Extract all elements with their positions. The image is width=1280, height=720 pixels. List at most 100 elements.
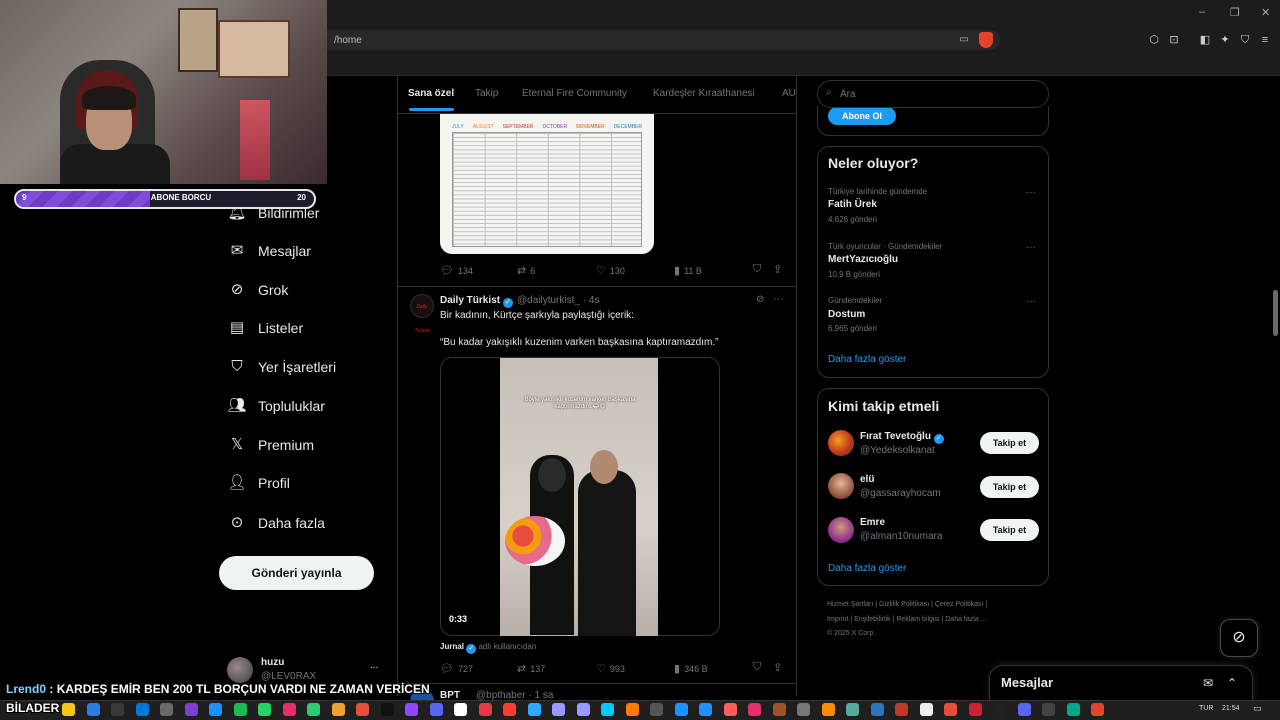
taskbar-app-icon[interactable] <box>160 703 173 716</box>
footer-links-1[interactable]: Hizmet Şartları | Gizlilik Politikası | … <box>827 601 987 608</box>
taskbar-app-icon[interactable] <box>576 703 590 716</box>
follow-handle[interactable]: @alman10numara <box>860 531 942 542</box>
menu-icon[interactable]: ≡ <box>1258 33 1272 47</box>
grok-float-button[interactable]: ⊘ <box>1220 619 1258 657</box>
taskbar-app-icon[interactable] <box>1091 703 1104 716</box>
search-input[interactable]: Ara <box>840 89 856 100</box>
tweet-author-avatar[interactable]: Daily Türkist <box>410 294 434 334</box>
nav-more[interactable]: ⊙ Daha fazla <box>227 511 325 535</box>
maximize-icon[interactable]: ❐ <box>1230 6 1240 19</box>
taskbar-app-icon[interactable] <box>111 703 124 716</box>
taskbar-app-icon[interactable] <box>527 703 541 716</box>
reply-button[interactable]: 💬︎ 134 <box>440 264 473 277</box>
taskbar-app-icon[interactable] <box>797 703 810 716</box>
trend-more-icon[interactable]: ··· <box>1026 296 1036 307</box>
follow-name[interactable]: Fırat Tevetoğlu ✓ <box>860 431 944 444</box>
taskbar-app-icon[interactable] <box>258 703 271 716</box>
url-text[interactable]: /home <box>334 35 362 46</box>
reply-button[interactable]: 💬︎ 727 <box>440 662 473 675</box>
leo-ai-icon[interactable]: ✦ <box>1218 33 1232 47</box>
follow-button[interactable]: Takip et <box>980 432 1039 454</box>
taskbar-app-icon[interactable] <box>968 703 982 716</box>
views-button[interactable]: ▮ 346 B <box>674 662 708 675</box>
scrollbar-thumb[interactable] <box>1273 290 1278 336</box>
nav-premium[interactable]: 𝕏 Premium <box>227 433 314 457</box>
follow-handle[interactable]: @gassarayhocam <box>860 488 941 499</box>
taskbar-app-icon[interactable] <box>233 703 247 716</box>
retweet-button[interactable]: ⇄ 137 <box>517 662 545 675</box>
post-button[interactable]: Gönderi yayınla <box>219 556 374 590</box>
bookmark-tweet-button[interactable]: ⛉ <box>753 263 765 276</box>
bookmark-tweet-button[interactable]: ⛉ <box>753 661 765 674</box>
taskbar-app-icon[interactable] <box>454 703 467 716</box>
follow-avatar[interactable] <box>828 430 854 456</box>
subscribe-button[interactable]: Abone Ol <box>828 107 896 125</box>
taskbar-app-icon[interactable] <box>625 703 639 716</box>
close-window-icon[interactable]: ✕ <box>1261 6 1270 19</box>
taskbar-app-icon[interactable] <box>944 703 957 716</box>
extensions-icon[interactable]: ⬡ <box>1147 33 1161 47</box>
taskbar-app-icon[interactable] <box>1066 703 1080 716</box>
sidebar-icon[interactable]: ◧ <box>1198 33 1212 47</box>
clock[interactable]: 21:54 <box>1222 705 1240 712</box>
screenshot-icon[interactable]: ⊡ <box>1167 33 1181 47</box>
minimize-icon[interactable]: – <box>1199 6 1205 18</box>
taskbar-app-icon[interactable] <box>62 703 75 716</box>
taskbar-app-icon[interactable] <box>1042 703 1055 716</box>
taskbar-app-icon[interactable] <box>429 703 443 716</box>
taskbar-app-icon[interactable] <box>674 703 688 716</box>
like-button[interactable]: ♡ 993 <box>596 662 625 675</box>
grok-explain-icon[interactable]: ⊘ <box>756 294 764 305</box>
taskbar-app-icon[interactable] <box>405 703 418 716</box>
tweet-image-calendar[interactable]: JULY AUGUST SEPTEMBER OCTOBER NOVEMBER D… <box>440 114 654 254</box>
like-button[interactable]: ♡ 130 <box>596 264 625 277</box>
nav-messages[interactable]: ✉ Mesajlar <box>227 239 311 263</box>
address-bar[interactable] <box>300 30 1000 50</box>
reader-mode-icon[interactable]: ▭ <box>957 33 971 47</box>
follow-avatar[interactable] <box>828 473 854 499</box>
expand-up-icon[interactable]: ⌃ <box>1227 676 1237 690</box>
taskbar-app-icon[interactable] <box>380 703 394 716</box>
trends-show-more[interactable]: Daha fazla göster <box>828 354 906 365</box>
video-source[interactable]: Jurnal ✓ adlı kullanıcıdan <box>440 642 536 654</box>
taskbar-app-icon[interactable] <box>748 703 761 716</box>
taskbar-app-icon[interactable] <box>307 703 320 716</box>
tweet-more-icon[interactable]: ··· <box>773 293 784 305</box>
account-more-icon[interactable]: ... <box>370 660 378 671</box>
trend-more-icon[interactable]: ··· <box>1026 242 1036 253</box>
retweet-button[interactable]: ⇄ 6 <box>517 264 535 277</box>
notification-icon[interactable]: ▭ <box>1253 703 1262 714</box>
follow-button[interactable]: Takip et <box>980 519 1039 541</box>
taskbar-app-icon[interactable] <box>821 703 835 716</box>
language-indicator[interactable]: TUR <box>1199 705 1213 712</box>
trend-name[interactable]: MertYazıcıoğlu <box>828 254 898 265</box>
tweet-author-handle[interactable]: @dailyturkist_ · 4s <box>517 295 599 306</box>
taskbar-app-icon[interactable] <box>895 703 908 716</box>
nav-profile[interactable]: 👤︎ Profil <box>227 471 289 495</box>
trend-more-icon[interactable]: ··· <box>1026 187 1036 198</box>
vpn-icon[interactable]: ⛉ <box>1238 33 1252 47</box>
account-name[interactable]: huzu <box>261 657 284 668</box>
taskbar-app-icon[interactable] <box>993 703 1006 716</box>
taskbar-app-icon[interactable] <box>478 703 492 716</box>
tweet-author-name[interactable]: Daily Türkist ✓ <box>440 295 513 308</box>
taskbar-app-icon[interactable] <box>919 703 933 716</box>
trend-name[interactable]: Dostum <box>828 309 865 320</box>
taskbar-app-icon[interactable] <box>1017 703 1031 716</box>
tab-for-you[interactable]: Sana özel <box>408 88 454 99</box>
follow-handle[interactable]: @Yedeksolkanat <box>860 445 935 456</box>
footer-links-2[interactable]: Imprint | Erişilebilirlik | Reklam bilgi… <box>827 616 987 623</box>
nav-bookmarks[interactable]: ⛉ Yer İşaretleri <box>227 355 336 379</box>
taskbar-app-icon[interactable] <box>86 703 100 716</box>
nav-communities[interactable]: 👥︎ Topluluklar <box>227 394 324 418</box>
tab-eternal-fire[interactable]: Eternal Fire Community <box>522 88 627 99</box>
taskbar-app-icon[interactable] <box>356 703 369 716</box>
share-button[interactable]: ⇪ <box>773 661 786 674</box>
trend-name[interactable]: Fatih Ürek <box>828 199 877 210</box>
tab-following[interactable]: Takip <box>475 88 498 99</box>
taskbar-app-icon[interactable] <box>650 703 663 716</box>
taskbar-app-icon[interactable] <box>870 703 884 716</box>
taskbar-app-icon[interactable] <box>503 703 516 716</box>
follow-name[interactable]: Emre <box>860 517 885 528</box>
account-handle[interactable]: @LEV0RAX <box>261 671 316 682</box>
